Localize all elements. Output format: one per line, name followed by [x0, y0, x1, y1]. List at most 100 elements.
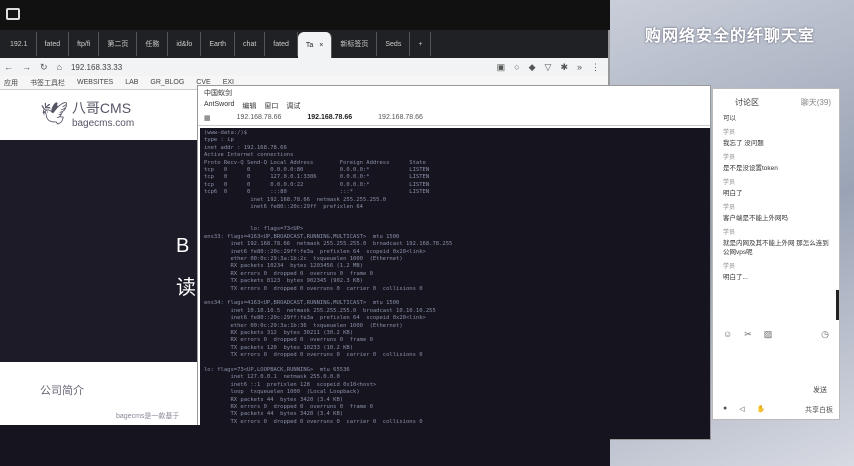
bookmark-item[interactable]: WEBSITES	[77, 79, 113, 86]
scissors-icon[interactable]: ✂	[744, 329, 752, 340]
browser-tab[interactable]: Ta ×	[297, 32, 333, 58]
menu-edit[interactable]: 编辑	[242, 101, 256, 110]
window-title: 中国蚁剑	[204, 90, 232, 97]
message-user: 学员	[723, 230, 736, 236]
chat-count[interactable]: 聊天(39)	[801, 97, 831, 108]
bookmark-item[interactable]: 应用	[4, 78, 18, 88]
terminal-line: ether 00:0c:29:3a:1b:36 txqueuelen 1000 …	[204, 322, 403, 329]
terminal-line: RX errors 0 dropped 0 overruns 0 frame 0	[204, 337, 373, 344]
extension-icon[interactable]: ◆	[529, 62, 536, 73]
reload-icon[interactable]: ↻	[40, 62, 48, 73]
terminal-line: tcp 0 0 0.0.0.0:22 0.0.0.0:* LISTEN	[204, 181, 430, 188]
hand-icon[interactable]: ✋	[757, 405, 766, 415]
mic-icon[interactable]: ●	[723, 405, 727, 415]
grid-icon[interactable]: ▦	[204, 114, 211, 123]
new-tab-button[interactable]: +	[410, 32, 432, 56]
message-user: 学员	[723, 180, 736, 186]
speaker-icon[interactable]: ◁	[739, 405, 744, 415]
tab-label: Ta	[305, 41, 314, 49]
tab-shell[interactable]: 192.168.78.66	[378, 114, 423, 123]
terminal-line: ether 00:0c:29:3a:1b:2c txqueuelen 1000 …	[204, 255, 403, 262]
message-text: 我忘了 没问题	[723, 140, 764, 147]
terminal-line: type : ip	[204, 137, 234, 144]
history-icon[interactable]: ◷	[821, 329, 829, 340]
menu-bar: AntSword 编辑 窗口 调试	[198, 98, 710, 112]
browser-tab[interactable]: Seds	[377, 32, 411, 56]
terminal-line: ​	[204, 360, 706, 367]
terminal-line: inet 127.0.0.1 netmask 255.0.0.0	[204, 374, 340, 381]
menu-debug[interactable]: 调试	[286, 101, 300, 110]
browser-tab[interactable]: chat	[235, 32, 266, 56]
tab-shell[interactable]: 192.168.78.66	[237, 114, 282, 123]
home-icon[interactable]: ⌂	[57, 62, 62, 72]
browser-tab[interactable]: 新标签页	[332, 32, 378, 56]
tab-label: chat	[243, 40, 257, 48]
extension-icon[interactable]: ○	[514, 62, 519, 73]
browser-tab[interactable]: fated	[37, 32, 70, 56]
watermark: 购网络安全的纤聊天室	[645, 28, 816, 45]
whiteboard-link[interactable]: 共享白板	[805, 405, 833, 415]
terminal-line: ​	[204, 211, 706, 218]
extension-icon[interactable]: »	[577, 62, 582, 73]
browser-tab[interactable]: fated	[265, 32, 298, 56]
tab-label: Earth	[209, 40, 227, 48]
message-list: 可以 学员 我忘了 没问题 学员 是不是没设置token 学员 明白了 学员 客户端是不能上外网…	[713, 112, 839, 284]
antsword-window: 中国蚁剑 AntSword 编辑 窗口 调试 ▦ 192.168.78.66 1…	[197, 85, 711, 440]
extension-icon[interactable]: ✱	[560, 62, 568, 73]
bookmark-item[interactable]: 书签工具栏	[30, 78, 65, 88]
message-text: 客户端是不能上外网吗	[723, 215, 788, 222]
webpage: 🕊 八哥CMS bagecms.com B读 公司简介 bagecms是一款基于	[0, 90, 198, 425]
terminal-line: Proto Recv-Q Send-Q Local Address Foreig…	[204, 159, 426, 166]
terminal-line: TX errors 0 dropped 0 overruns 0 carrier…	[204, 285, 423, 292]
extension-icon[interactable]: ▣	[497, 62, 506, 73]
menu-window[interactable]: 窗口	[264, 101, 278, 110]
terminal-line: Active Internet connections	[204, 152, 294, 159]
scrollbar[interactable]	[836, 290, 839, 320]
chat-message: 学员客户端是不能上外网吗	[713, 200, 839, 225]
terminal-line: inet6 fe80::20c:29ff:fe3a prefixlen 64 s…	[204, 248, 426, 255]
hero-text: B	[176, 235, 190, 257]
bird-logo-icon: 🕊	[40, 100, 68, 126]
window-icon	[6, 8, 20, 20]
url-input[interactable]: 192.168.33.33	[71, 63, 488, 72]
chat-message: 学员 我忘了 没问题	[713, 125, 839, 150]
message-user: 学员	[723, 205, 736, 211]
back-icon[interactable]: ←	[4, 62, 13, 72]
site-logo[interactable]: 🕊 八哥CMS bagecms.com	[40, 98, 134, 129]
send-button[interactable]: 发送	[813, 385, 827, 395]
browser-tab[interactable]: 192.1	[2, 32, 37, 56]
tab-shell-active[interactable]: 192.168.78.66	[307, 114, 352, 123]
terminal-line: inet 192.168.78.66 netmask 255.255.255.0	[204, 196, 387, 203]
bookmark-item[interactable]: GR_BLOG	[150, 79, 184, 86]
browser-tab[interactable]: 任務	[137, 32, 169, 56]
message-text: 明白了	[723, 190, 743, 197]
menu-antsword[interactable]: AntSword	[204, 101, 234, 109]
image-icon[interactable]: ▨	[764, 329, 773, 340]
forward-icon[interactable]: →	[22, 62, 31, 72]
close-tab-icon[interactable]: ×	[319, 42, 323, 49]
terminal-line: RX packets 44 bytes 3420 (3.4 KB)	[204, 396, 344, 403]
tab-label: fated	[273, 40, 289, 48]
message-text: 明白了...	[723, 274, 748, 281]
browser-tab[interactable]: 第二页	[99, 32, 138, 56]
tab-label: Seds	[385, 40, 402, 48]
extension-icon[interactable]: ▽	[545, 62, 552, 73]
chat-message: 学员 是不是没设置token	[713, 150, 839, 175]
terminal-output[interactable]: (www-data:/)$ type : ip inet addr : 192.16…	[200, 128, 710, 439]
menu-icon[interactable]: ⋮	[591, 62, 600, 73]
browser-tab[interactable]: Earth	[201, 32, 236, 56]
terminal-line: ​	[204, 219, 706, 226]
emoji-icon[interactable]: ☺	[723, 329, 732, 340]
terminal-line: ens34: flags=4163<UP,BROADCAST,RUNNING,M…	[204, 300, 400, 307]
terminal-line: tcp 0 0 127.0.0.1:3306 0.0.0.0:* LISTEN	[204, 174, 430, 181]
terminal-line: ​	[204, 293, 706, 300]
message-text: 可以	[723, 115, 736, 122]
chat-panel: 讨论区 聊天(39) 可以 学员 我忘了 没问题 学员 是不是没设置token 学员 明白了学…	[712, 88, 840, 420]
bookmark-item[interactable]: LAB	[125, 79, 138, 86]
tab-label: 新标签页	[340, 41, 369, 48]
chat-message: 学员 明白了	[713, 175, 839, 200]
browser-tab[interactable]: ftp/fi	[69, 32, 100, 56]
tab-label: 第二页	[107, 41, 129, 48]
browser-tab[interactable]: id&fo	[168, 32, 202, 56]
about-heading[interactable]: 公司简介	[40, 382, 84, 398]
